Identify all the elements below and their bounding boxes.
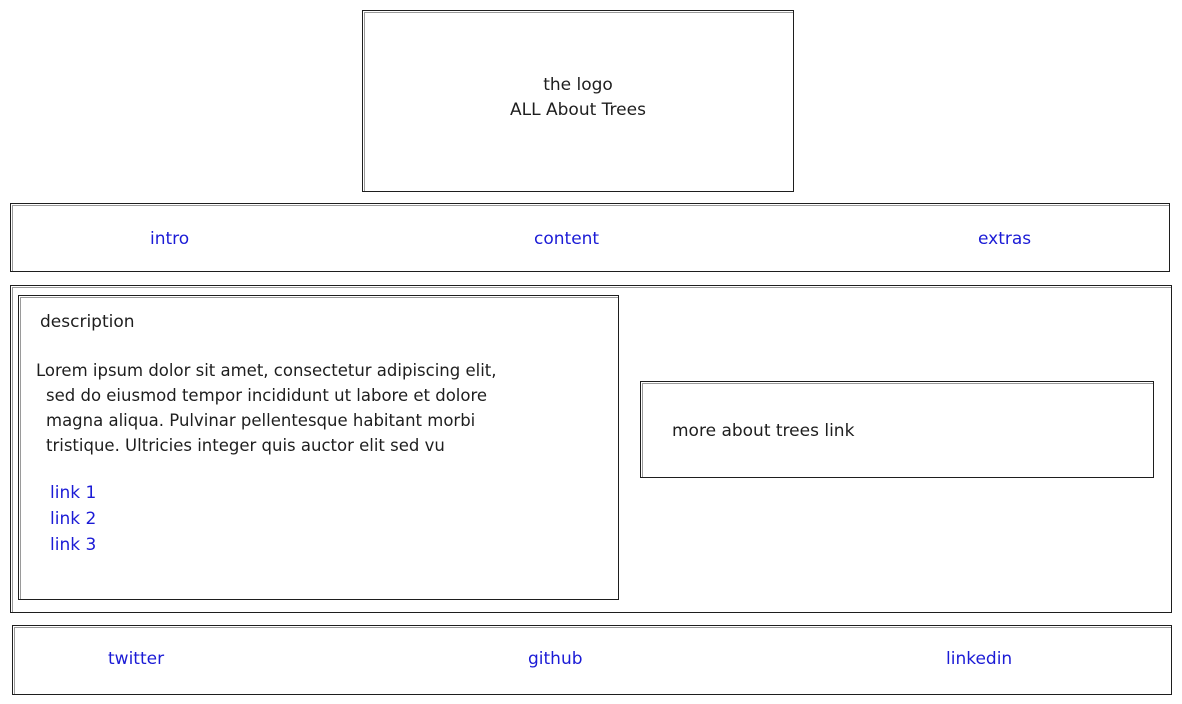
description-paragraph-line: Lorem ipsum dolor sit amet, consectetur …: [36, 361, 497, 380]
description-link-1[interactable]: link 1: [50, 480, 96, 506]
description-link-3[interactable]: link 3: [50, 532, 96, 558]
description-link-2[interactable]: link 2: [50, 506, 96, 532]
nav-link-content[interactable]: content: [534, 226, 599, 252]
site-title: ALL About Trees: [510, 100, 646, 120]
description-paragraph-line: sed do eiusmod tempor incididunt ut labo…: [46, 386, 488, 405]
nav-link-extras[interactable]: extras: [978, 226, 1031, 252]
more-about-trees-link[interactable]: more about trees link: [672, 418, 854, 444]
logo-text: the logo: [543, 75, 613, 95]
description-paragraph-line: tristique. Ultricies integer quis auctor…: [46, 436, 445, 455]
footer-link-github[interactable]: github: [528, 646, 583, 672]
footer-link-twitter[interactable]: twitter: [108, 646, 164, 672]
description-paragraph-line: magna aliqua. Pulvinar pellentesque habi…: [46, 411, 476, 430]
nav-link-intro[interactable]: intro: [150, 226, 189, 252]
description-heading: description: [40, 312, 135, 332]
footer-link-linkedin[interactable]: linkedin: [946, 646, 1012, 672]
